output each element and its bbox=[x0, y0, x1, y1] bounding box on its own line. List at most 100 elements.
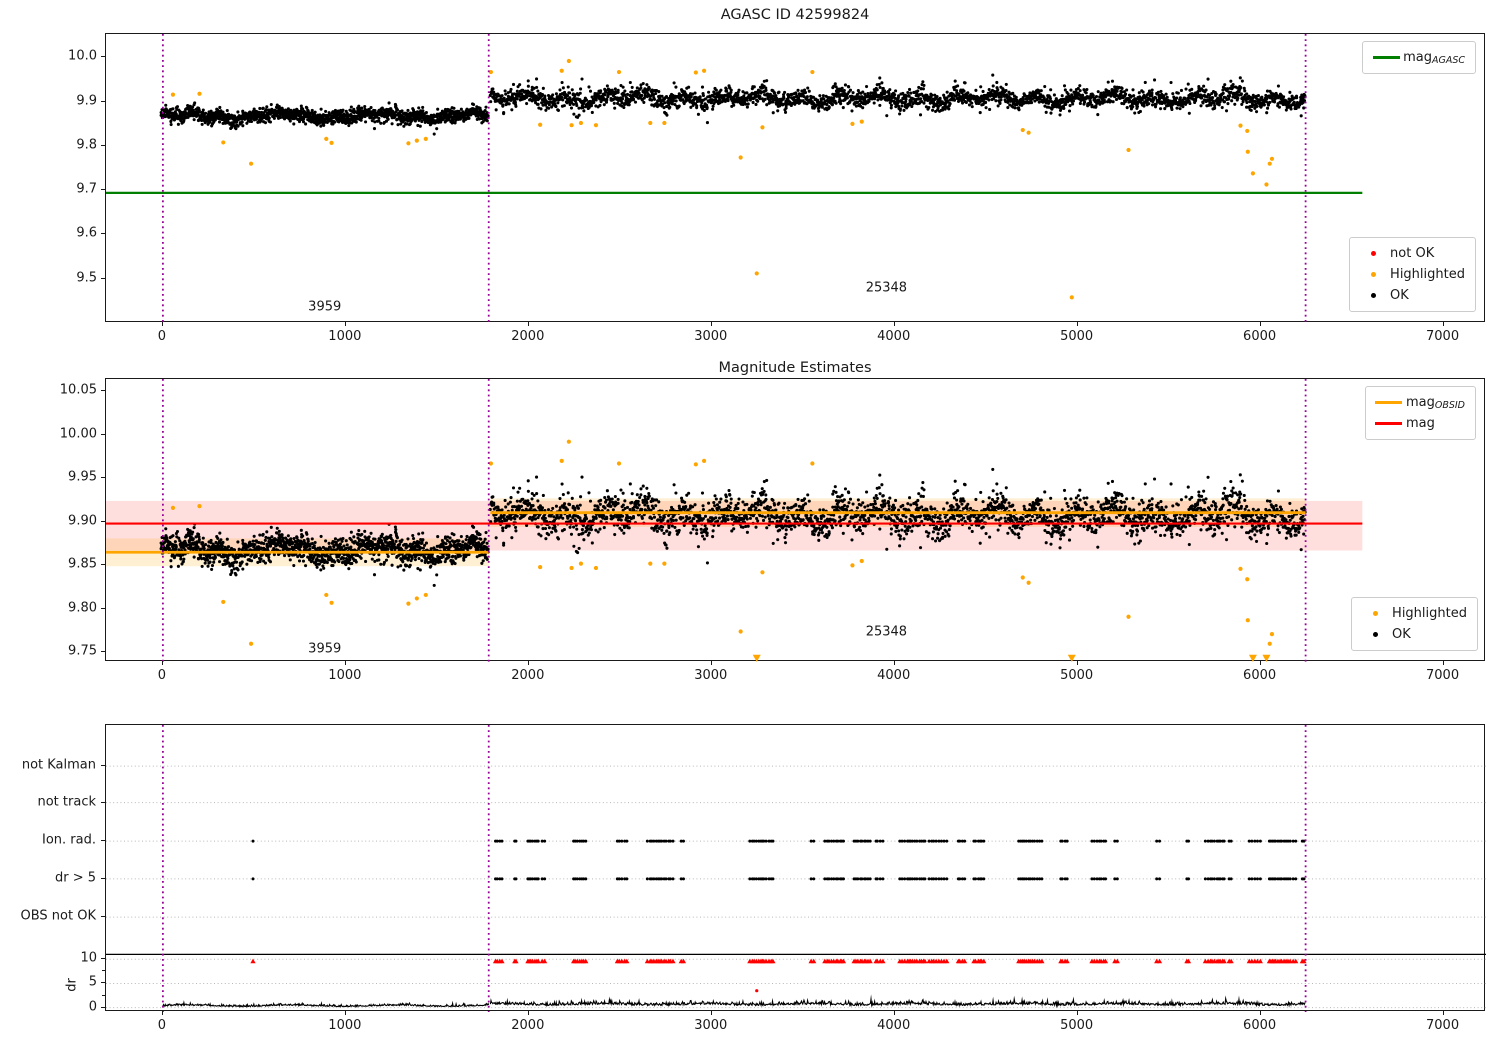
agasc-mag-xtick-mark bbox=[1076, 322, 1078, 326]
dr-minor-tick-mark bbox=[102, 994, 105, 996]
dr-tick-label: 5 bbox=[88, 974, 97, 990]
mag-estimates-ytick-mark bbox=[101, 607, 105, 609]
flags-xtick-label: 6000 bbox=[1243, 1018, 1277, 1033]
agasc-mag-ytick-mark bbox=[101, 100, 105, 102]
agasc-mag-legend-label: OK bbox=[1390, 288, 1409, 303]
mag-estimates-obsid-annotation: 25348 bbox=[865, 624, 908, 640]
axes-agasc-mag: magAGASC not OK Highlighted OK bbox=[105, 33, 1486, 323]
mag-estimates-ytick-label: 10.00 bbox=[59, 426, 97, 442]
dr-axis-label: dr bbox=[64, 978, 80, 992]
dot-swatch-icon bbox=[1358, 632, 1392, 637]
flag-row-label: OBS not OK bbox=[20, 908, 97, 924]
agasc-mag-legend-item: magAGASC bbox=[1369, 47, 1465, 68]
mag-estimates-ytick-mark bbox=[101, 564, 105, 566]
dot-swatch-icon bbox=[1356, 272, 1390, 277]
agasc-mag-obsid-annotation: 25348 bbox=[865, 280, 908, 296]
agasc-mag-xtick-mark bbox=[344, 322, 346, 326]
flags-xtick-label: 4000 bbox=[877, 1018, 911, 1033]
mag-estimates-legend-item: OK bbox=[1358, 624, 1467, 645]
agasc-mag-legend-item: not OK bbox=[1356, 243, 1465, 264]
flags-xtick-mark bbox=[161, 1011, 163, 1015]
agasc-mag-xtick-label: 0 bbox=[157, 329, 167, 344]
agasc-mag-ytick-mark bbox=[101, 189, 105, 191]
swatch bbox=[1375, 401, 1403, 404]
legend-label-subscript: OBSID bbox=[1434, 399, 1465, 411]
mag-estimates-obsid-annotation: 3959 bbox=[308, 641, 342, 657]
agasc-mag-xtick-mark bbox=[1442, 322, 1444, 326]
agasc-mag-xtick-label: 7000 bbox=[1426, 329, 1460, 344]
agasc-mag-ytick-label: 9.9 bbox=[76, 93, 97, 109]
mag-estimates-xtick-label: 1000 bbox=[328, 668, 362, 683]
swatch bbox=[1375, 422, 1403, 425]
mag-estimates-xtick-label: 6000 bbox=[1243, 668, 1277, 683]
flags-xtick-label: 5000 bbox=[1060, 1018, 1094, 1033]
agasc-mag-xtick-label: 2000 bbox=[511, 329, 545, 344]
flag-row-tick-mark bbox=[101, 916, 105, 918]
flags-xtick-mark bbox=[1259, 1011, 1261, 1015]
swatch bbox=[1372, 611, 1378, 616]
agasc-mag-xtick-mark bbox=[710, 322, 712, 326]
dr-tick-mark bbox=[101, 1006, 105, 1008]
mag-estimates-legend-label: magOBSID bbox=[1405, 394, 1465, 411]
flags-xtick-mark bbox=[344, 1011, 346, 1015]
swatch bbox=[1372, 632, 1378, 637]
legend-label-subscript: AGASC bbox=[1431, 54, 1465, 66]
mag-estimates-legend-label: mag bbox=[1405, 416, 1435, 431]
mag-estimates-xtick-mark bbox=[710, 661, 712, 665]
plot-title-agasc-id: AGASC ID 42599824 bbox=[720, 7, 870, 23]
dr-tick-mark bbox=[101, 958, 105, 960]
mag-estimates-legend-item: mag bbox=[1372, 413, 1465, 434]
flag-row-label: not Kalman bbox=[21, 757, 96, 773]
mag-estimates-xtick-label: 3000 bbox=[694, 668, 728, 683]
mag-estimates-xtick-mark bbox=[893, 661, 895, 665]
agasc-mag-plot-canvas bbox=[106, 34, 1486, 323]
mag-estimates-ytick-mark bbox=[101, 390, 105, 392]
swatch bbox=[1370, 293, 1376, 298]
mag-estimates-legend-item: magOBSID bbox=[1372, 392, 1465, 413]
dot-swatch-icon bbox=[1356, 293, 1390, 298]
mag-estimates-xtick-label: 0 bbox=[157, 668, 167, 683]
mag-estimates-ytick-label: 9.75 bbox=[68, 643, 97, 659]
agasc-mag-legend-1: not OK Highlighted OK bbox=[1349, 237, 1476, 312]
agasc-mag-ytick-mark bbox=[101, 56, 105, 58]
mag-estimates-plot-canvas bbox=[106, 379, 1486, 662]
dr-tick-label: 0 bbox=[88, 999, 97, 1015]
agasc-mag-ytick-mark bbox=[101, 233, 105, 235]
agasc-mag-ytick-mark bbox=[101, 277, 105, 279]
flags-plot-canvas bbox=[106, 725, 1486, 1012]
flags-xtick-label: 0 bbox=[157, 1018, 167, 1033]
flag-row-label: Ion. rad. bbox=[42, 832, 96, 848]
dot-swatch-icon bbox=[1358, 611, 1392, 616]
mag-estimates-xtick-label: 2000 bbox=[511, 668, 545, 683]
swatch bbox=[1372, 56, 1400, 59]
flags-xtick-label: 1000 bbox=[328, 1018, 362, 1033]
agasc-mag-ytick-label: 9.8 bbox=[76, 137, 97, 153]
mag-estimates-legend-1: Highlighted OK bbox=[1351, 597, 1478, 651]
mag-estimates-xtick-label: 7000 bbox=[1426, 668, 1460, 683]
mag-estimates-xtick-mark bbox=[1076, 661, 1078, 665]
flags-xtick-label: 7000 bbox=[1426, 1018, 1460, 1033]
mag-estimates-xtick-mark bbox=[527, 661, 529, 665]
mag-estimates-xtick-mark bbox=[1259, 661, 1261, 665]
agasc-mag-obsid-annotation: 3959 bbox=[308, 299, 342, 315]
line-swatch-icon bbox=[1372, 422, 1406, 425]
mag-estimates-legend-label: OK bbox=[1392, 627, 1411, 642]
flags-xtick-mark bbox=[527, 1011, 529, 1015]
mag-estimates-ytick-label: 10.05 bbox=[59, 382, 97, 398]
mag-estimates-xtick-label: 5000 bbox=[1060, 668, 1094, 683]
agasc-mag-xtick-label: 6000 bbox=[1243, 329, 1277, 344]
agasc-mag-legend-label: Highlighted bbox=[1390, 267, 1465, 282]
flag-row-label: dr > 5 bbox=[54, 870, 96, 886]
mag-estimates-legend-item: Highlighted bbox=[1358, 603, 1467, 624]
plot-title-magnitude-estimates: Magnitude Estimates bbox=[718, 360, 872, 376]
mag-estimates-ytick-label: 9.80 bbox=[68, 600, 97, 616]
flags-xtick-mark bbox=[710, 1011, 712, 1015]
agasc-mag-xtick-mark bbox=[1259, 322, 1261, 326]
mag-estimates-ytick-label: 9.95 bbox=[68, 469, 97, 485]
mag-estimates-ytick-label: 9.90 bbox=[68, 513, 97, 529]
agasc-mag-ytick-label: 9.7 bbox=[76, 181, 97, 197]
dr-tick-mark bbox=[101, 982, 105, 984]
mag-estimates-ytick-mark bbox=[101, 477, 105, 479]
mag-estimates-ytick-label: 9.85 bbox=[68, 556, 97, 572]
flags-xtick-label: 3000 bbox=[694, 1018, 728, 1033]
